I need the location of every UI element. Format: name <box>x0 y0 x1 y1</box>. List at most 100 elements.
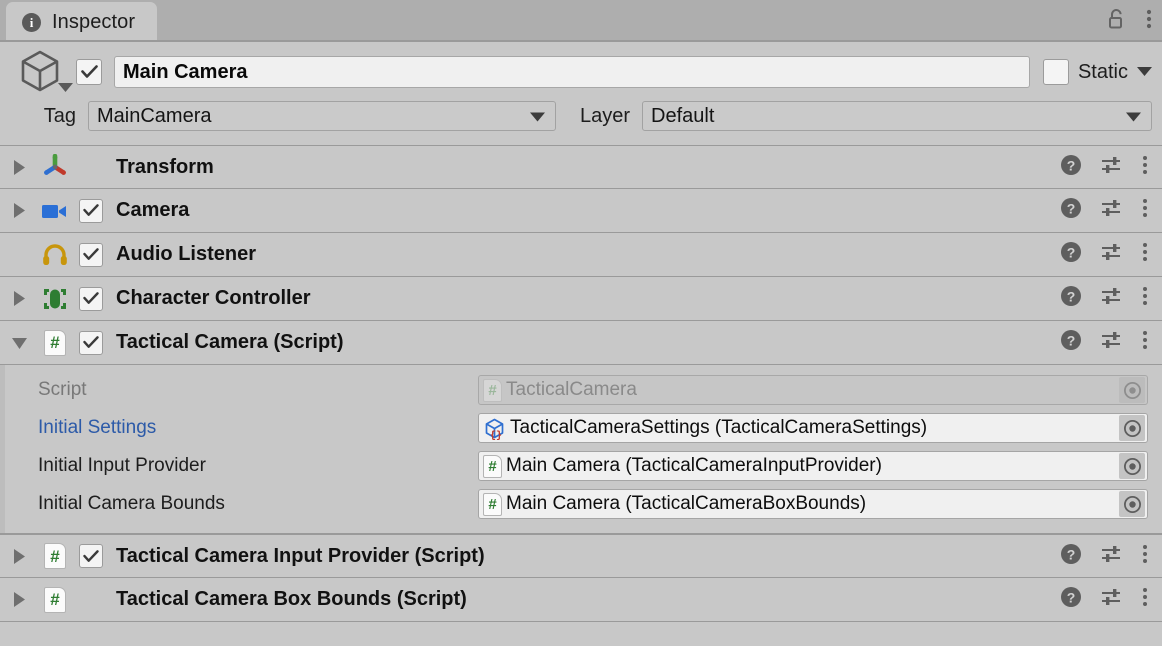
chevron-right-icon <box>14 592 25 607</box>
chevron-right-icon <box>14 203 25 218</box>
help-icon[interactable]: ? <box>1060 241 1082 268</box>
padlock-unlocked-icon[interactable] <box>1107 8 1126 35</box>
object-picker-button <box>1119 377 1145 403</box>
property-row: Initial Settings {} TacticalCameraSettings… <box>0 409 1148 447</box>
property-row: Script # TacticalCamera <box>0 371 1148 409</box>
svg-text:{}: {} <box>490 430 502 440</box>
property-label[interactable]: Initial Settings <box>38 417 478 439</box>
object-field[interactable]: {} TacticalCameraSettings (TacticalCamera… <box>478 413 1148 443</box>
component-foldout-toggle[interactable] <box>0 592 38 607</box>
headphones-icon <box>43 243 67 265</box>
object-field-value: TacticalCameraSettings (TacticalCameraSe… <box>510 417 928 438</box>
component-foldout-toggle[interactable] <box>0 548 38 564</box>
info-icon: i <box>22 12 41 32</box>
kebab-menu-icon[interactable] <box>1142 286 1148 311</box>
preset-sliders-icon[interactable] <box>1100 329 1124 356</box>
help-icon[interactable]: ? <box>1060 586 1082 613</box>
tag-dropdown[interactable]: MainCamera <box>88 101 556 131</box>
tag-layer-row: Tag MainCamera Layer Default <box>10 99 1152 133</box>
layer-dropdown[interactable]: Default <box>642 101 1152 131</box>
component-enabled-checkbox[interactable] <box>79 286 103 311</box>
static-dropdown-caret[interactable] <box>1137 63 1152 81</box>
object-field[interactable]: # Main Camera (TacticalCameraBoxBounds) <box>478 489 1148 519</box>
preset-sliders-icon[interactable] <box>1100 197 1124 224</box>
kebab-menu-icon[interactable] <box>1142 155 1148 180</box>
help-icon[interactable]: ? <box>1060 154 1082 181</box>
kebab-menu-icon[interactable] <box>1142 544 1148 569</box>
kebab-menu-icon[interactable] <box>1142 242 1148 267</box>
component-icon: # <box>38 586 72 613</box>
component-enabled-checkbox-slot[interactable] <box>72 544 110 568</box>
component-tools: ? <box>1060 578 1148 621</box>
component-icon <box>38 154 72 180</box>
component-foldout-toggle[interactable] <box>0 337 38 349</box>
help-icon[interactable]: ? <box>1060 285 1082 312</box>
component-icon: # <box>38 329 72 356</box>
help-icon[interactable]: ? <box>1060 197 1082 224</box>
gameobject-name-input[interactable]: Main Camera <box>114 56 1030 88</box>
component-title: Tactical Camera Box Bounds (Script) <box>116 588 467 610</box>
object-picker-button[interactable] <box>1119 415 1145 441</box>
component-enabled-checkbox-slot[interactable] <box>72 242 110 267</box>
component-enabled-checkbox[interactable] <box>79 330 103 355</box>
kebab-menu-icon[interactable] <box>1146 8 1152 35</box>
chevron-down-icon <box>530 105 545 128</box>
svg-text:?: ? <box>1067 546 1076 562</box>
component-header[interactable]: # Tactical Camera Box Bounds (Script)? <box>0 578 1162 622</box>
help-icon[interactable]: ? <box>1060 329 1082 356</box>
chevron-right-icon <box>14 159 25 175</box>
component-enabled-checkbox[interactable] <box>79 544 103 568</box>
character-controller-icon <box>44 288 66 309</box>
gameobject-icon-dropdown-caret[interactable] <box>58 79 73 97</box>
tab-bar: i Inspector <box>0 0 1162 42</box>
component-header[interactable]: Camera? <box>0 189 1162 233</box>
component-header[interactable]: # Tactical Camera Input Provider (Script)… <box>0 534 1162 578</box>
kebab-menu-icon[interactable] <box>1142 198 1148 223</box>
component-enabled-checkbox[interactable] <box>79 198 103 223</box>
property-label: Initial Camera Bounds <box>38 493 225 514</box>
component-header[interactable]: Transform? <box>0 145 1162 189</box>
component-body: Script # TacticalCamera Initial Settings {} T… <box>0 365 1162 534</box>
component-header[interactable]: # Tactical Camera (Script)? <box>0 321 1162 365</box>
component-enabled-checkbox[interactable] <box>79 242 103 267</box>
component-enabled-checkbox-slot[interactable] <box>72 330 110 355</box>
preset-sliders-icon[interactable] <box>1100 586 1124 613</box>
static-checkbox[interactable] <box>1042 59 1069 85</box>
object-picker-button[interactable] <box>1119 453 1145 479</box>
preset-sliders-icon[interactable] <box>1100 241 1124 268</box>
component-title: Transform <box>116 155 214 178</box>
component-header[interactable]: Audio Listener? <box>0 233 1162 277</box>
component-foldout-toggle[interactable] <box>0 159 38 175</box>
component-foldout-toggle[interactable] <box>0 203 38 218</box>
preset-sliders-icon[interactable] <box>1100 543 1124 570</box>
help-icon[interactable]: ? <box>1060 543 1082 570</box>
scriptable-object-icon: {} <box>485 418 504 440</box>
component-header[interactable]: Character Controller? <box>0 277 1162 321</box>
component-tools: ? <box>1060 233 1148 276</box>
component-enabled-checkbox-slot[interactable] <box>72 286 110 311</box>
object-picker-button[interactable] <box>1119 491 1145 517</box>
component-tools: ? <box>1060 146 1148 188</box>
component-tools: ? <box>1060 321 1148 364</box>
chevron-down-icon <box>1126 105 1141 128</box>
component-icon <box>38 201 72 221</box>
preset-sliders-icon[interactable] <box>1100 285 1124 312</box>
layer-label: Layer <box>580 104 631 127</box>
tab-inspector[interactable]: i Inspector <box>6 2 158 42</box>
tab-label: Inspector <box>52 10 136 33</box>
kebab-menu-icon[interactable] <box>1142 587 1148 612</box>
gameobject-active-checkbox[interactable] <box>76 59 102 85</box>
component-enabled-checkbox-slot[interactable] <box>72 198 110 223</box>
static-label: Static <box>1077 60 1128 83</box>
component-accent-stripe <box>0 365 5 533</box>
gameobject-icon-button[interactable] <box>10 45 76 99</box>
gameobject-name-value: Main Camera <box>123 60 248 83</box>
component-title: Audio Listener <box>116 243 257 265</box>
object-field[interactable]: # Main Camera (TacticalCameraInputProvide… <box>478 451 1148 481</box>
kebab-menu-icon[interactable] <box>1142 330 1148 355</box>
preset-sliders-icon[interactable] <box>1100 154 1124 181</box>
camera-icon <box>42 204 66 218</box>
component-title: Character Controller <box>116 287 311 309</box>
component-foldout-toggle[interactable] <box>0 291 38 306</box>
component-icon <box>38 243 72 266</box>
